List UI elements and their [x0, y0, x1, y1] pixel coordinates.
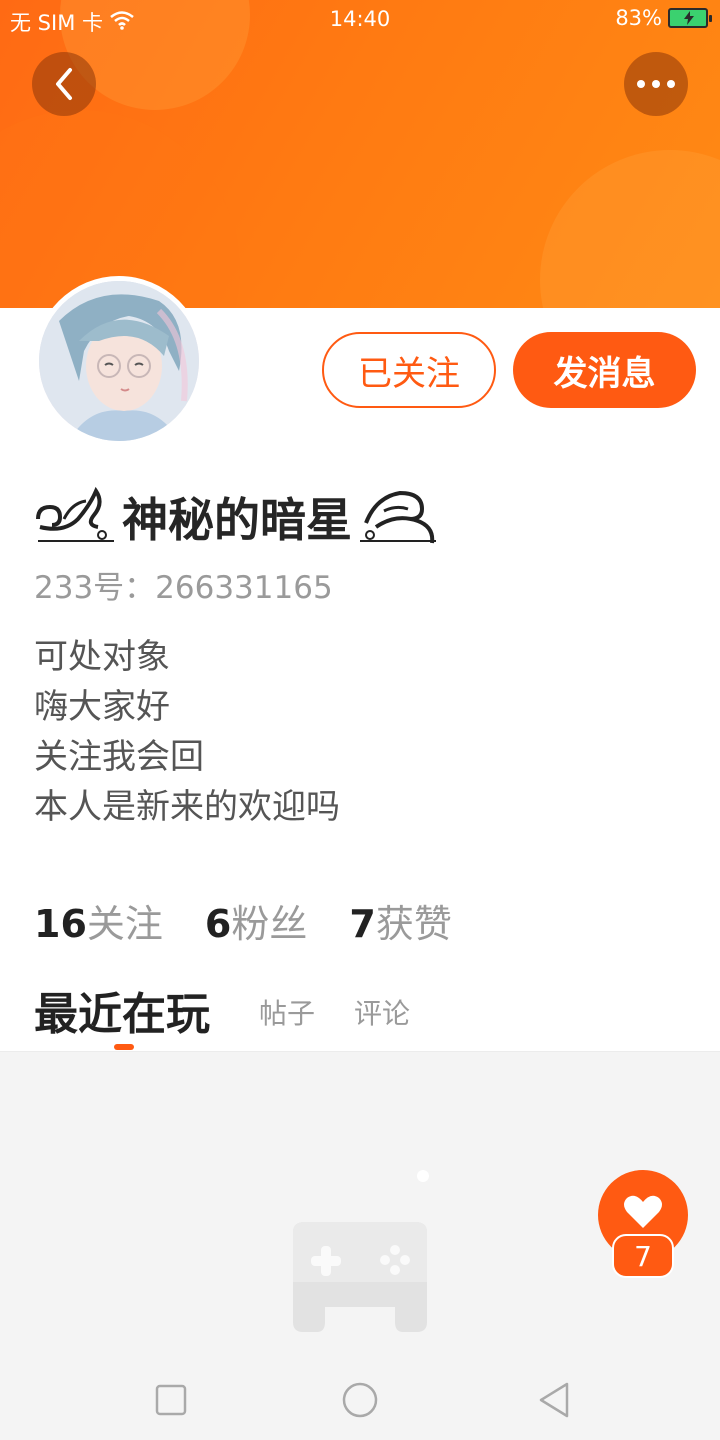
bio-line: 关注我会回: [34, 737, 204, 777]
avatar[interactable]: [34, 276, 204, 446]
battery-icon: [668, 8, 712, 28]
bio-line: 可处对象: [34, 637, 170, 677]
followed-button[interactable]: 已关注: [322, 332, 496, 408]
stat-likes[interactable]: 7获赞: [349, 893, 451, 948]
bio-line: 嗨大家好: [34, 687, 170, 727]
more-button[interactable]: [624, 52, 688, 116]
tab-recently-played[interactable]: 最近在玩: [34, 978, 210, 1042]
tab-posts[interactable]: 帖子: [259, 992, 315, 1032]
stat-number: 6: [204, 902, 232, 946]
tab-comments[interactable]: 评论: [354, 992, 410, 1032]
more-dots-icon: [637, 80, 675, 88]
stat-followers[interactable]: 6粉丝: [205, 893, 307, 948]
gamepad-icon: [293, 1170, 429, 1332]
circle-home-icon[interactable]: [340, 1380, 380, 1420]
send-message-button[interactable]: 发消息: [513, 332, 696, 408]
username-row: 神秘的暗星: [34, 482, 440, 552]
clock: 14:40: [329, 7, 391, 31]
bio: 可处对象 嗨大家好 关注我会回 本人是新来的欢迎吗: [34, 632, 340, 832]
like-count: 7: [612, 1234, 674, 1278]
chevron-left-icon: [56, 68, 72, 100]
stat-number: 7: [349, 902, 376, 946]
stat-following[interactable]: 16关注: [34, 893, 163, 948]
tab-indicator: [114, 1044, 134, 1050]
ornament-left-icon: [34, 483, 118, 551]
user-id: 233号：266331165: [34, 570, 333, 606]
stat-label: 获赞: [375, 902, 452, 946]
battery-percent: 83%: [615, 6, 662, 30]
ornament-right-icon: [356, 483, 440, 551]
profile-banner: [0, 0, 720, 308]
heart-icon: [624, 1195, 662, 1228]
username: 神秘的暗星: [122, 493, 352, 547]
stats-row: 16关注 6粉丝 7获赞: [34, 893, 452, 948]
profile-tabs: 最近在玩 帖子 评论: [34, 980, 714, 1050]
stat-label: 粉丝: [231, 902, 308, 946]
bio-line: 本人是新来的欢迎吗: [34, 787, 340, 827]
square-recent-icon[interactable]: [154, 1380, 188, 1420]
system-nav-bar: [0, 1360, 720, 1440]
status-bar: 无 SIM 卡 14:40 83%: [0, 0, 720, 38]
triangle-back-icon[interactable]: [536, 1380, 572, 1420]
stat-number: 16: [34, 902, 87, 946]
stat-label: 关注: [86, 902, 163, 946]
avatar-illustration: [39, 281, 199, 441]
back-button[interactable]: [32, 52, 96, 116]
